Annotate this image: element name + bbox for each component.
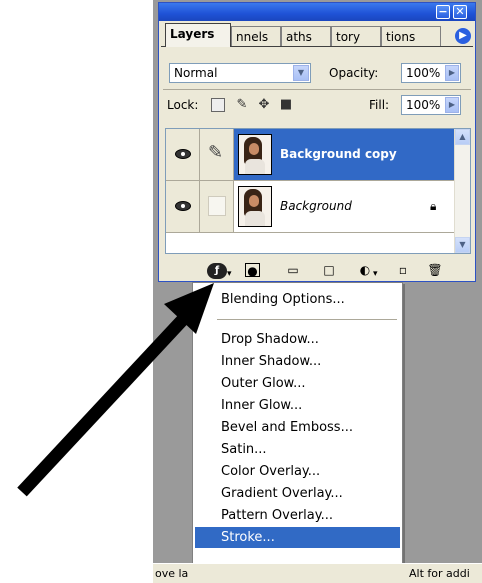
- menu-item-inner-glow[interactable]: Inner Glow...: [195, 395, 400, 416]
- lock-image-pixels-icon[interactable]: ✎: [235, 98, 249, 112]
- opacity-field[interactable]: 100% ▶: [401, 63, 461, 83]
- tab-history[interactable]: tory: [331, 26, 381, 46]
- eye-icon: [175, 149, 191, 159]
- layer-style-menu: Blending Options... Drop Shadow... Inner…: [192, 282, 403, 582]
- close-icon[interactable]: ✕: [453, 5, 467, 19]
- dropdown-indicator-icon: ▾: [373, 269, 378, 279]
- blend-row: Normal ▼ Opacity: 100% ▶: [165, 63, 471, 85]
- opacity-slider-arrow-icon[interactable]: ▶: [445, 65, 459, 81]
- fill-field[interactable]: 100% ▶: [401, 95, 461, 115]
- lock-label: Lock:: [167, 98, 199, 112]
- new-layer-icon[interactable]: □: [321, 263, 337, 277]
- minimize-icon[interactable]: −: [436, 5, 450, 19]
- menu-item-outer-glow[interactable]: Outer Glow...: [195, 373, 400, 394]
- layer-name-cell[interactable]: Background 🔒︎: [234, 181, 454, 232]
- status-bar: ove la Alt for addi: [153, 563, 482, 583]
- tab-actions[interactable]: tions: [381, 26, 441, 46]
- fill-label: Fill:: [369, 98, 390, 112]
- layers-palette: − ✕ Layers nnels aths tory tions ▶ Norma…: [158, 2, 476, 282]
- visibility-toggle[interactable]: [166, 181, 200, 232]
- brush-icon: ✎: [208, 142, 224, 163]
- menu-item-bevel-emboss[interactable]: Bevel and Emboss...: [195, 417, 400, 438]
- fill-slider-arrow-icon[interactable]: ▶: [445, 97, 459, 113]
- palette-bottom-toolbar: ƒ ▾ ● ▭ □ ◐ ▾ ▫ 🗑︎: [159, 259, 475, 281]
- adjustment-layer-icon[interactable]: ◐: [357, 263, 373, 277]
- menu-separator: [217, 319, 397, 320]
- tab-paths[interactable]: aths: [281, 26, 331, 46]
- link-cell[interactable]: [200, 181, 234, 232]
- empty-link-box: [208, 196, 226, 216]
- layer-name-cell[interactable]: Background copy: [234, 129, 454, 180]
- edit-indicator: ✎: [200, 129, 234, 180]
- fill-value: 100%: [406, 98, 441, 112]
- layer-name: Background: [280, 199, 352, 213]
- menu-item-drop-shadow[interactable]: Drop Shadow...: [195, 329, 400, 350]
- status-text-right: Alt for addi: [409, 567, 470, 580]
- scroll-up-icon[interactable]: ▲: [455, 129, 470, 145]
- chevron-down-icon[interactable]: ▼: [293, 65, 309, 81]
- palette-titlebar[interactable]: − ✕: [159, 3, 475, 21]
- layer-row-background-copy[interactable]: ✎ Background copy: [166, 129, 454, 181]
- menu-item-stroke[interactable]: Stroke...: [195, 527, 400, 548]
- dropdown-indicator-icon: ▾: [227, 269, 232, 279]
- menu-item-gradient-overlay[interactable]: Gradient Overlay...: [195, 483, 400, 504]
- divider: [163, 89, 471, 90]
- opacity-value: 100%: [406, 66, 441, 80]
- lock-icon: 🔒︎: [430, 199, 437, 213]
- blend-mode-value: Normal: [174, 66, 218, 80]
- menu-item-inner-shadow[interactable]: Inner Shadow...: [195, 351, 400, 372]
- scroll-down-icon[interactable]: ▼: [455, 237, 470, 253]
- palette-menu-arrow-icon[interactable]: ▶: [455, 28, 471, 44]
- lock-all-icon[interactable]: ■: [279, 98, 293, 112]
- menu-item-satin[interactable]: Satin...: [195, 439, 400, 460]
- layer-style-icon[interactable]: ƒ: [207, 263, 227, 279]
- lock-row: Lock: ✎ ✥ ■ Fill: 100% ▶: [165, 95, 471, 117]
- layer-mask-icon[interactable]: ●: [245, 263, 260, 278]
- layer-row-background[interactable]: Background 🔒︎: [166, 181, 454, 233]
- layers-list: ✎ Background copy Background 🔒︎ ▲ ▼: [165, 128, 471, 254]
- lock-transparent-pixels-icon[interactable]: [211, 98, 225, 112]
- lock-position-icon[interactable]: ✥: [257, 98, 271, 112]
- layer-thumbnail: [238, 186, 272, 227]
- blend-mode-select[interactable]: Normal ▼: [169, 63, 311, 83]
- opacity-label: Opacity:: [329, 66, 379, 80]
- layer-name: Background copy: [280, 147, 397, 161]
- new-group-folder-icon[interactable]: ▭: [285, 263, 301, 277]
- menu-item-pattern-overlay[interactable]: Pattern Overlay...: [195, 505, 400, 526]
- trash-icon[interactable]: 🗑︎: [427, 263, 443, 277]
- layers-scrollbar[interactable]: ▲ ▼: [454, 129, 470, 253]
- tab-channels[interactable]: nnels: [231, 26, 281, 46]
- menu-item-color-overlay[interactable]: Color Overlay...: [195, 461, 400, 482]
- palette-tab-row: Layers nnels aths tory tions ▶: [161, 23, 473, 47]
- menu-item-blending-options[interactable]: Blending Options...: [195, 289, 400, 310]
- tab-layers[interactable]: Layers: [165, 23, 231, 47]
- eye-icon: [175, 201, 191, 211]
- layer-thumbnail: [238, 134, 272, 175]
- new-layer-page-icon[interactable]: ▫: [395, 263, 411, 277]
- status-text-left: ove la: [155, 567, 189, 580]
- visibility-toggle[interactable]: [166, 129, 200, 180]
